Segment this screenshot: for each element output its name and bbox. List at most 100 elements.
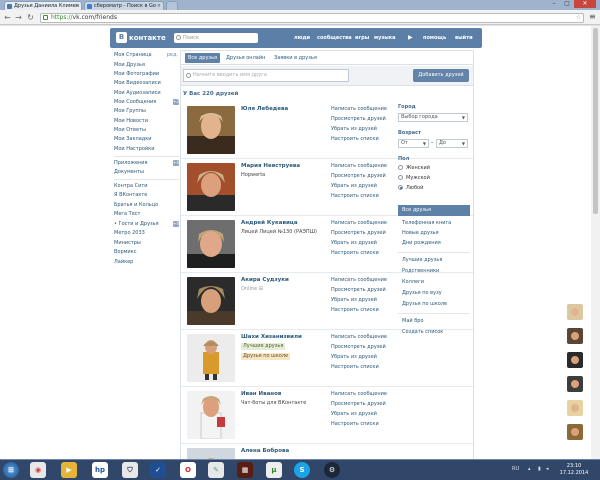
tab-all-friends[interactable]: Все друзья	[185, 53, 221, 63]
minimize-button[interactable]: –	[548, 0, 560, 8]
hp-icon[interactable]: hp	[92, 462, 108, 478]
view-friends-link[interactable]: Просмотреть друзей	[331, 230, 386, 236]
list-university[interactable]: Друзья по вузу	[398, 290, 470, 297]
left-menu-item[interactable]: Мои Группы	[114, 108, 180, 115]
back-arrow-icon[interactable]: ←	[3, 13, 12, 22]
friend-list-tag[interactable]: Друзья по школе	[241, 353, 291, 360]
new-tab-button[interactable]	[166, 1, 178, 10]
topmenu-logout[interactable]: выйти	[455, 28, 473, 48]
friend-avatar[interactable]	[187, 334, 235, 382]
notification-avatar[interactable]	[567, 328, 583, 344]
list-all-friends[interactable]: Все друзья	[398, 205, 470, 216]
browser-tab-friends[interactable]: Друзья Даниила Климен ×	[4, 1, 82, 10]
left-menu-app[interactable]: Контра Сити	[114, 183, 180, 190]
play-icon[interactable]: ▶	[408, 33, 414, 43]
chrome-icon[interactable]: ◉	[30, 462, 46, 478]
friend-name[interactable]: Шахи Хизанизвили	[241, 334, 302, 340]
topmenu-help[interactable]: помощь	[423, 28, 446, 48]
maximize-button[interactable]: ▢	[561, 0, 573, 8]
close-tab-icon[interactable]: ×	[157, 2, 161, 10]
vk-logo[interactable]: В контакте	[116, 32, 166, 44]
close-window-button[interactable]: ✕	[574, 0, 596, 8]
address-bar[interactable]: https://vk.com/friends ☆	[40, 12, 584, 23]
write-message-link[interactable]: Написать сообщение	[331, 277, 387, 283]
page-scrollbar[interactable]	[591, 26, 600, 459]
close-tab-icon[interactable]: ×	[75, 2, 79, 10]
friend-name[interactable]: Юля Лебедева	[241, 106, 288, 112]
left-menu-item[interactable]: Мои Ответы	[114, 127, 180, 134]
topmenu-people[interactable]: люди	[294, 28, 310, 48]
browser-menu-icon[interactable]: ≡	[589, 13, 597, 21]
left-menu-item[interactable]: Документы	[114, 169, 180, 176]
view-friends-link[interactable]: Просмотреть друзей	[331, 401, 386, 407]
configure-lists-link[interactable]: Настроить списки	[331, 307, 379, 313]
list-my-bro[interactable]: Май бро	[398, 318, 470, 325]
write-message-link[interactable]: Написать сообщение	[331, 220, 387, 226]
friend-list-tag[interactable]: Лучшие друзья	[241, 343, 286, 350]
utorrent-icon[interactable]: µ	[266, 462, 282, 478]
age-from-select[interactable]: От ▼	[398, 139, 429, 148]
taskbar-clock[interactable]: 23:10 17.12.2014	[556, 463, 592, 477]
view-friends-link[interactable]: Просмотреть друзей	[331, 116, 386, 122]
notification-avatar[interactable]	[567, 400, 583, 416]
friend-name[interactable]: Алена Боброва	[241, 448, 289, 454]
start-button[interactable]: ⊞	[3, 462, 19, 478]
notification-avatar[interactable]	[567, 376, 583, 392]
shield-icon[interactable]: ⛉	[122, 462, 138, 478]
left-menu-app[interactable]: Братья и Кольцо	[114, 202, 180, 209]
left-menu-app[interactable]: Метро 2033	[114, 230, 180, 237]
friend-avatar[interactable]	[187, 277, 235, 325]
vk-search-input[interactable]: Поиск	[174, 33, 258, 43]
view-friends-link[interactable]: Просмотреть друзей	[331, 173, 386, 179]
friend-name[interactable]: Иван Иванов	[241, 391, 281, 397]
reload-icon[interactable]: ↻	[26, 13, 35, 22]
configure-lists-link[interactable]: Настроить списки	[331, 136, 379, 142]
write-message-link[interactable]: Написать сообщение	[331, 391, 387, 397]
network-icon[interactable]: ▮	[538, 466, 541, 472]
tray-arrow-icon[interactable]: ▴	[528, 466, 531, 472]
left-menu-item[interactable]: Моя Страница ред.	[114, 52, 180, 59]
friend-search-input[interactable]: Начните вводить имя друга	[183, 69, 349, 82]
list-new-friends[interactable]: Новые друзья	[398, 230, 470, 237]
bookmark-star-icon[interactable]: ☆	[576, 14, 581, 22]
remove-friend-link[interactable]: Убрать из друзей	[331, 183, 377, 189]
friend-avatar[interactable]	[187, 391, 235, 439]
left-menu-item[interactable]: Мои Аудиозаписи	[114, 90, 180, 97]
left-menu-app[interactable]: Мега Тест	[114, 211, 180, 218]
friend-name[interactable]: Андрей Кукавица	[241, 220, 298, 226]
media-icon[interactable]: ▶	[61, 462, 77, 478]
add-friends-button[interactable]: Добавить друзей	[413, 69, 469, 82]
create-list-link[interactable]: Создать список	[398, 329, 470, 336]
list-best-friends[interactable]: Лучшие друзья	[398, 257, 470, 264]
language-indicator[interactable]: RU	[512, 466, 519, 472]
left-menu-app[interactable]: • Гости и Друзья +4	[114, 221, 180, 228]
friend-name[interactable]: Мария Невструева	[241, 163, 300, 169]
friend-avatar[interactable]	[187, 220, 235, 268]
friend-avatar[interactable]	[187, 448, 235, 459]
scrollbar-thumb[interactable]	[593, 28, 598, 214]
left-menu-item[interactable]: Мои Сообщения +3	[114, 99, 180, 106]
sex-radio-any[interactable]: Любой	[398, 185, 423, 191]
write-message-link[interactable]: Написать сообщение	[331, 334, 387, 340]
friend-avatar[interactable]	[187, 106, 235, 154]
checkbox-app-icon[interactable]: ✓	[150, 462, 166, 478]
steam-icon[interactable]: ⚙	[324, 462, 340, 478]
topmenu-games[interactable]: игры	[355, 28, 369, 48]
left-menu-item[interactable]: Мои Фотографии	[114, 71, 180, 78]
opera-icon[interactable]: O	[180, 462, 196, 478]
game-icon[interactable]: ▦	[237, 462, 253, 478]
sex-radio-female[interactable]: Женский	[398, 165, 430, 171]
volume-icon[interactable]: ◂	[546, 466, 549, 472]
list-relatives[interactable]: Родственники	[398, 268, 470, 275]
left-menu-app[interactable]: Я ВКонтакте	[114, 192, 180, 199]
left-menu-item[interactable]: Мои Новости	[114, 118, 180, 125]
left-menu-item[interactable]: Мои Закладки	[114, 136, 180, 143]
remove-friend-link[interactable]: Убрать из друзей	[331, 354, 377, 360]
friend-name[interactable]: Акира Судзуки	[241, 277, 289, 283]
browser-tab-google[interactable]: сбероматр - Поиск в Go ×	[84, 1, 164, 10]
left-menu-item[interactable]: Мои Настройки	[114, 146, 180, 153]
list-birthdays[interactable]: Дни рождения	[398, 240, 470, 247]
configure-lists-link[interactable]: Настроить списки	[331, 364, 379, 370]
notification-avatar[interactable]	[567, 424, 583, 440]
city-select[interactable]: Выбор города ▼	[398, 113, 468, 122]
